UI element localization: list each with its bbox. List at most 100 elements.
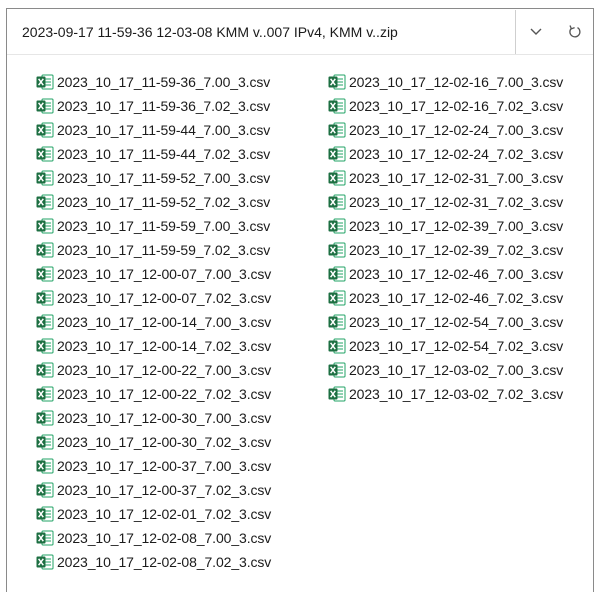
file-name: 2023_10_17_11-59-36_7.00_3.csv bbox=[57, 74, 271, 90]
excel-csv-icon bbox=[328, 98, 349, 114]
excel-csv-icon bbox=[328, 122, 349, 138]
file-item[interactable]: 2023_10_17_12-03-02_7.02_3.csv bbox=[328, 382, 596, 406]
excel-csv-icon bbox=[36, 362, 57, 378]
file-name: 2023_10_17_12-02-46_7.02_3.csv bbox=[349, 290, 564, 306]
excel-csv-icon bbox=[328, 170, 349, 186]
file-name: 2023_10_17_12-02-24_7.00_3.csv bbox=[349, 122, 564, 138]
file-name: 2023_10_17_12-02-54_7.02_3.csv bbox=[349, 338, 564, 354]
excel-csv-icon bbox=[36, 458, 57, 474]
file-item[interactable]: 2023_10_17_11-59-59_7.00_3.csv bbox=[36, 214, 328, 238]
file-item[interactable]: 2023_10_17_12-00-37_7.02_3.csv bbox=[36, 478, 328, 502]
excel-csv-icon bbox=[328, 386, 349, 402]
file-item[interactable]: 2023_10_17_12-02-24_7.02_3.csv bbox=[328, 142, 596, 166]
file-name: 2023_10_17_12-02-08_7.02_3.csv bbox=[57, 554, 272, 570]
excel-csv-icon bbox=[36, 242, 57, 258]
file-item[interactable]: 2023_10_17_12-02-39_7.02_3.csv bbox=[328, 238, 596, 262]
excel-csv-icon bbox=[36, 266, 57, 282]
excel-csv-icon bbox=[328, 314, 349, 330]
excel-csv-icon bbox=[36, 482, 57, 498]
excel-csv-icon bbox=[36, 506, 57, 522]
file-item[interactable]: 2023_10_17_12-02-46_7.00_3.csv bbox=[328, 262, 596, 286]
file-name: 2023_10_17_12-00-22_7.00_3.csv bbox=[57, 362, 272, 378]
file-name: 2023_10_17_12-02-01_7.02_3.csv bbox=[57, 506, 272, 522]
file-name: 2023_10_17_12-02-46_7.00_3.csv bbox=[349, 266, 564, 282]
excel-csv-icon bbox=[328, 74, 349, 90]
file-item[interactable]: 2023_10_17_12-02-54_7.02_3.csv bbox=[328, 334, 596, 358]
file-item[interactable]: 2023_10_17_12-03-02_7.00_3.csv bbox=[328, 358, 596, 382]
excel-csv-icon bbox=[36, 122, 57, 138]
file-item[interactable]: 2023_10_17_12-02-16_7.02_3.csv bbox=[328, 94, 596, 118]
file-item[interactable]: 2023_10_17_12-00-30_7.02_3.csv bbox=[36, 430, 328, 454]
file-item[interactable]: 2023_10_17_12-02-39_7.00_3.csv bbox=[328, 214, 596, 238]
file-name: 2023_10_17_12-02-39_7.00_3.csv bbox=[349, 218, 564, 234]
file-name: 2023_10_17_12-02-16_7.02_3.csv bbox=[349, 98, 564, 114]
excel-csv-icon bbox=[328, 338, 349, 354]
file-name: 2023_10_17_12-02-31_7.02_3.csv bbox=[349, 194, 564, 210]
file-item[interactable]: 2023_10_17_11-59-59_7.02_3.csv bbox=[36, 238, 328, 262]
file-item[interactable]: 2023_10_17_12-00-14_7.00_3.csv bbox=[36, 310, 328, 334]
excel-csv-icon bbox=[328, 362, 349, 378]
excel-csv-icon bbox=[328, 242, 349, 258]
file-item[interactable]: 2023_10_17_12-02-16_7.00_3.csv bbox=[328, 70, 596, 94]
file-item[interactable]: 2023_10_17_12-00-07_7.00_3.csv bbox=[36, 262, 328, 286]
excel-csv-icon bbox=[36, 434, 57, 450]
excel-csv-icon bbox=[36, 170, 57, 186]
file-item[interactable]: 2023_10_17_12-02-54_7.00_3.csv bbox=[328, 310, 596, 334]
file-item[interactable]: 2023_10_17_12-00-07_7.02_3.csv bbox=[36, 286, 328, 310]
file-name: 2023_10_17_11-59-52_7.02_3.csv bbox=[57, 194, 271, 210]
excel-csv-icon bbox=[328, 290, 349, 306]
file-name: 2023_10_17_12-03-02_7.02_3.csv bbox=[349, 386, 564, 402]
file-name: 2023_10_17_11-59-44_7.00_3.csv bbox=[57, 122, 271, 138]
file-item[interactable]: 2023_10_17_12-02-08_7.00_3.csv bbox=[36, 526, 328, 550]
file-item[interactable]: 2023_10_17_11-59-44_7.02_3.csv bbox=[36, 142, 328, 166]
excel-csv-icon bbox=[36, 290, 57, 306]
path-field[interactable]: 2023-09-17 11-59-36 12-03-08 KMM v..007 … bbox=[8, 10, 516, 54]
file-name: 2023_10_17_12-00-37_7.02_3.csv bbox=[57, 482, 272, 498]
file-item[interactable]: 2023_10_17_12-02-24_7.00_3.csv bbox=[328, 118, 596, 142]
file-item[interactable]: 2023_10_17_12-00-14_7.02_3.csv bbox=[36, 334, 328, 358]
file-name: 2023_10_17_12-00-37_7.00_3.csv bbox=[57, 458, 272, 474]
file-item[interactable]: 2023_10_17_12-02-31_7.02_3.csv bbox=[328, 190, 596, 214]
excel-csv-icon bbox=[36, 410, 57, 426]
file-name: 2023_10_17_12-02-08_7.00_3.csv bbox=[57, 530, 272, 546]
excel-csv-icon bbox=[36, 338, 57, 354]
excel-csv-icon bbox=[328, 218, 349, 234]
file-item[interactable]: 2023_10_17_11-59-52_7.02_3.csv bbox=[36, 190, 328, 214]
excel-csv-icon bbox=[36, 554, 57, 570]
file-item[interactable]: 2023_10_17_11-59-36_7.02_3.csv bbox=[36, 94, 328, 118]
file-item[interactable]: 2023_10_17_11-59-52_7.00_3.csv bbox=[36, 166, 328, 190]
file-item[interactable]: 2023_10_17_12-02-46_7.02_3.csv bbox=[328, 286, 596, 310]
file-name: 2023_10_17_12-02-24_7.02_3.csv bbox=[349, 146, 564, 162]
file-name: 2023_10_17_11-59-52_7.00_3.csv bbox=[57, 170, 271, 186]
file-name: 2023_10_17_12-00-22_7.02_3.csv bbox=[57, 386, 272, 402]
refresh-icon[interactable] bbox=[558, 10, 592, 54]
file-item[interactable]: 2023_10_17_12-00-22_7.02_3.csv bbox=[36, 382, 328, 406]
address-bar[interactable]: 2023-09-17 11-59-36 12-03-08 KMM v..007 … bbox=[8, 10, 556, 54]
excel-csv-icon bbox=[36, 386, 57, 402]
excel-csv-icon bbox=[36, 98, 57, 114]
file-item[interactable]: 2023_10_17_11-59-36_7.00_3.csv bbox=[36, 70, 328, 94]
excel-csv-icon bbox=[36, 314, 57, 330]
chevron-down-icon[interactable] bbox=[516, 10, 556, 54]
file-item[interactable]: 2023_10_17_12-02-01_7.02_3.csv bbox=[36, 502, 328, 526]
file-item[interactable]: 2023_10_17_11-59-44_7.00_3.csv bbox=[36, 118, 328, 142]
file-item[interactable]: 2023_10_17_12-02-31_7.00_3.csv bbox=[328, 166, 596, 190]
excel-csv-icon bbox=[36, 74, 57, 90]
file-name: 2023_10_17_11-59-59_7.00_3.csv bbox=[57, 218, 271, 234]
file-name: 2023_10_17_11-59-44_7.02_3.csv bbox=[57, 146, 271, 162]
file-name: 2023_10_17_12-02-39_7.02_3.csv bbox=[349, 242, 564, 258]
excel-csv-icon bbox=[36, 218, 57, 234]
file-name: 2023_10_17_12-00-07_7.02_3.csv bbox=[57, 290, 272, 306]
file-name: 2023_10_17_12-00-30_7.00_3.csv bbox=[57, 410, 272, 426]
excel-csv-icon bbox=[36, 194, 57, 210]
excel-csv-icon bbox=[328, 266, 349, 282]
file-name: 2023_10_17_11-59-59_7.02_3.csv bbox=[57, 242, 271, 258]
file-name: 2023_10_17_12-00-14_7.02_3.csv bbox=[57, 338, 272, 354]
file-name: 2023_10_17_12-02-31_7.00_3.csv bbox=[349, 170, 564, 186]
file-item[interactable]: 2023_10_17_12-00-37_7.00_3.csv bbox=[36, 454, 328, 478]
file-item[interactable]: 2023_10_17_12-00-30_7.00_3.csv bbox=[36, 406, 328, 430]
file-item[interactable]: 2023_10_17_12-00-22_7.00_3.csv bbox=[36, 358, 328, 382]
file-item[interactable]: 2023_10_17_12-02-08_7.02_3.csv bbox=[36, 550, 328, 574]
file-name: 2023_10_17_12-00-07_7.00_3.csv bbox=[57, 266, 272, 282]
file-name: 2023_10_17_12-02-16_7.00_3.csv bbox=[349, 74, 564, 90]
